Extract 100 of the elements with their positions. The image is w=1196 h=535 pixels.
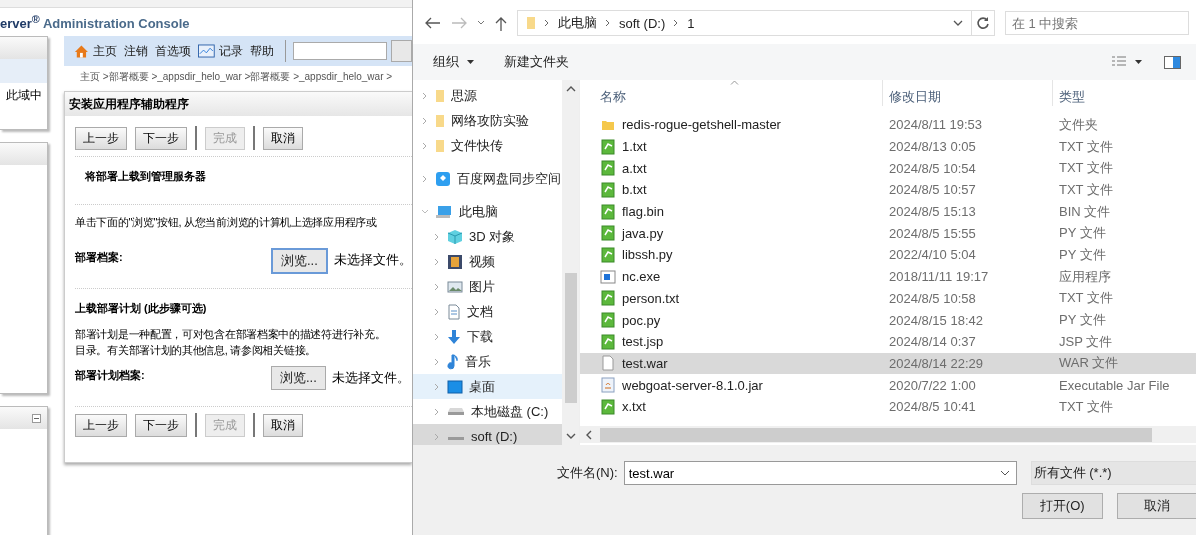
path-segment[interactable]: soft (D:)	[619, 15, 666, 31]
expanded-chevron-icon[interactable]	[421, 207, 429, 216]
nav-item[interactable]: 网络攻防实验	[413, 108, 562, 133]
home-icon[interactable]	[74, 43, 89, 59]
nav-item[interactable]: 桌面	[413, 374, 562, 399]
file-date: 2024/8/14 0:37	[889, 334, 976, 350]
wizard-button[interactable]: 上一步	[75, 126, 127, 150]
file-row[interactable]: 1.txt 2024/8/13 0:05 TXT 文件	[580, 135, 1196, 158]
chevron-icon[interactable]	[433, 232, 441, 241]
back-arrow-icon[interactable]	[425, 17, 441, 29]
toolbar-link[interactable]: 首选项	[154, 42, 191, 60]
cancel-button[interactable]: 取消	[1116, 493, 1196, 519]
file-name: person.txt	[622, 290, 680, 306]
wizard-button[interactable]: 取消	[263, 413, 303, 437]
view-options-icon[interactable]	[1111, 55, 1127, 69]
document-icon	[601, 312, 615, 329]
cube-icon	[447, 228, 463, 245]
preview-pane-icon[interactable]	[1164, 55, 1181, 69]
chevron-icon[interactable]	[433, 382, 441, 391]
file-row[interactable]: a.txt 2024/8/5 10:54 TXT 文件	[580, 157, 1196, 180]
nav-item[interactable]: 3D 对象	[413, 224, 562, 249]
search-field[interactable]	[293, 42, 388, 60]
nav-item[interactable]: 百度网盘同步空间	[413, 166, 562, 191]
address-bar[interactable]: 此电脑 soft (D:) 1	[517, 10, 972, 36]
caret-icon[interactable]	[1135, 60, 1142, 64]
file-row[interactable]: b.txt 2024/8/5 10:57 TXT 文件	[580, 179, 1196, 201]
file-date: 2024/8/15 18:42	[889, 312, 983, 328]
browse-button[interactable]: 浏览...	[271, 366, 326, 390]
forward-arrow-icon[interactable]	[451, 17, 467, 29]
file-name: test.war	[622, 355, 668, 371]
file-type: 文件夹	[1059, 116, 1098, 132]
scrollbar[interactable]	[580, 426, 1196, 443]
application-icon	[600, 269, 616, 284]
scroll-down-icon[interactable]	[565, 433, 576, 439]
file-row[interactable]: nc.exe 2018/11/11 19:17 应用程序	[580, 265, 1196, 288]
search-button[interactable]	[391, 40, 412, 62]
nav-item[interactable]: 文件快传	[413, 133, 562, 158]
nav-item[interactable]: 此电脑	[413, 199, 562, 224]
wizard-button[interactable]: 下一步	[135, 413, 187, 437]
up-arrow-icon[interactable]	[495, 15, 507, 31]
dropdown-chevron-icon[interactable]	[999, 470, 1010, 476]
wizard-button[interactable]: 取消	[263, 126, 303, 150]
nav-item[interactable]: 本地磁盘 (C:)	[413, 399, 562, 424]
chevron-icon[interactable]	[433, 257, 441, 266]
toolbar-link[interactable]: 主页	[92, 42, 117, 60]
scrollbar[interactable]	[562, 80, 579, 445]
file-row[interactable]: person.txt 2024/8/5 10:58 TXT 文件	[580, 287, 1196, 310]
dropdown-chevron-icon[interactable]	[953, 19, 963, 27]
caret-icon[interactable]	[467, 60, 474, 64]
file-type: PY 文件	[1059, 225, 1106, 241]
chevron-icon[interactable]	[433, 432, 441, 441]
browse-button[interactable]: 浏览...	[271, 248, 328, 274]
scroll-up-icon[interactable]	[565, 86, 576, 92]
wizard-button[interactable]: 下一步	[135, 126, 187, 150]
chevron-icon[interactable]	[433, 357, 441, 366]
path-segment[interactable]: 此电脑	[558, 14, 597, 32]
nav-item[interactable]: 下载	[413, 324, 562, 349]
chevron-icon[interactable]	[433, 307, 441, 316]
file-name-combobox[interactable]: test.war	[623, 461, 1017, 485]
file-row[interactable]: java.py 2024/8/5 15:55 PY 文件	[580, 222, 1196, 245]
chevron-icon[interactable]	[421, 174, 429, 183]
column-header[interactable]: 修改日期	[889, 88, 941, 106]
file-row[interactable]: webgoat-server-8.1.0.jar 2020/7/22 1:00 Executable Jar File	[580, 374, 1196, 396]
chevron-icon[interactable]	[433, 282, 441, 291]
wizard-button[interactable]: 上一步	[75, 413, 127, 437]
nav-item[interactable]: 思源	[413, 83, 562, 108]
nav-item[interactable]: 图片	[413, 274, 562, 299]
file-type-filter[interactable]: 所有文件 (*.*)	[1030, 461, 1196, 485]
chevron-icon[interactable]	[421, 141, 429, 150]
file-name: nc.exe	[622, 269, 661, 285]
nav-item[interactable]: 视频	[413, 249, 562, 274]
file-row[interactable]: flag.bin 2024/8/5 15:13 BIN 文件	[580, 200, 1196, 223]
new-folder-button[interactable]: 新建文件夹	[504, 53, 569, 71]
file-row[interactable]: poc.py 2024/8/15 18:42 PY 文件	[580, 309, 1196, 331]
file-row[interactable]: test.jsp 2024/8/14 0:37 JSP 文件	[580, 330, 1196, 353]
chevron-icon[interactable]	[433, 332, 441, 341]
chevron-icon[interactable]	[433, 407, 441, 416]
file-date: 2024/8/13 0:05	[889, 139, 976, 155]
open-button[interactable]: 打开(O)	[1022, 493, 1103, 519]
column-header[interactable]: 名称	[600, 88, 626, 106]
organize-menu[interactable]: 组织	[433, 53, 459, 71]
toolbar-link[interactable]: 注销	[123, 42, 148, 60]
toolbar-link[interactable]: 帮助	[249, 42, 274, 60]
collapse-icon[interactable]	[32, 413, 41, 423]
refresh-button[interactable]	[971, 10, 995, 36]
column-header[interactable]: 类型	[1059, 88, 1085, 106]
nav-item[interactable]: 音乐	[413, 349, 562, 374]
nav-item[interactable]: soft (D:)	[413, 424, 562, 445]
chart-icon[interactable]	[197, 44, 215, 58]
chevron-icon[interactable]	[421, 116, 429, 125]
toolbar-link[interactable]: 记录	[218, 42, 243, 60]
path-segment[interactable]: 1	[687, 15, 695, 31]
folder-icon	[526, 16, 536, 30]
file-row[interactable]: test.war 2024/8/14 22:29 WAR 文件	[580, 352, 1196, 375]
file-row[interactable]: libssh.py 2022/4/10 5:04 PY 文件	[580, 244, 1196, 266]
chevron-icon[interactable]	[421, 91, 429, 100]
scroll-left-icon[interactable]	[586, 429, 592, 440]
file-row[interactable]: x.txt 2024/8/5 10:41 TXT 文件	[580, 395, 1196, 418]
nav-item[interactable]: 文档	[413, 299, 562, 324]
file-row[interactable]: redis-rogue-getshell-master 2024/8/11 19:53 文件夹	[580, 114, 1196, 136]
